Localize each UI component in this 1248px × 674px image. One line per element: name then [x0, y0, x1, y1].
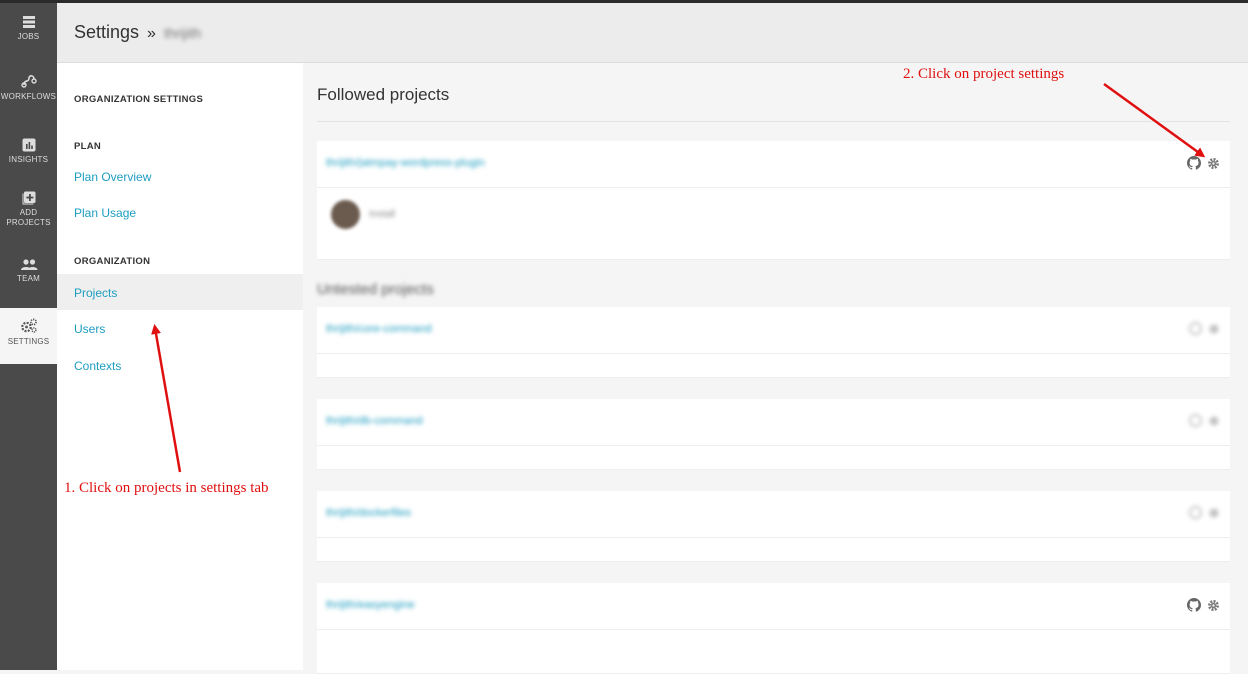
followed-project-card: thrijith/|atmpay-wordpress-plugin Instal… [317, 141, 1230, 260]
project-actions [1189, 322, 1220, 335]
untested-project-card: thrijith/dockerfiles [317, 491, 1230, 562]
untested-project-card: thrijith/easyengine [317, 583, 1230, 674]
page-title: Settings [74, 22, 140, 42]
project-actions [1187, 156, 1220, 170]
project-name-link[interactable]: thrijith/|atmpay-wordpress-plugin [326, 157, 485, 169]
team-icon [20, 259, 37, 270]
gear-icon[interactable] [1208, 415, 1220, 427]
sidebar-item-contexts[interactable]: Contexts [74, 359, 121, 373]
annotation-step-2: 2. Click on project settings [903, 66, 1065, 82]
breadcrumb: Settings » thrijith [74, 22, 201, 43]
nav-label-settings: SETTINGS [7, 337, 50, 346]
nav-item-add-projects[interactable]: ADD PROJECTS [0, 191, 57, 228]
github-icon[interactable] [1187, 156, 1201, 170]
org-name[interactable]: thrijith [164, 25, 201, 41]
untested-project-card: thrijith/core-command [317, 307, 1230, 378]
main-content: Followed projects thrijith/|atmpay-wordp… [303, 63, 1248, 674]
sidebar-item-plan-overview[interactable]: Plan Overview [74, 170, 151, 184]
organization-heading: ORGANIZATION [74, 256, 151, 267]
settings-icon [20, 318, 37, 333]
github-icon[interactable] [1187, 598, 1201, 612]
jobs-icon [22, 16, 35, 28]
follower-name: Install [369, 209, 396, 220]
breadcrumb-separator: » [147, 25, 156, 42]
project-row: thrijith/dockerfiles [317, 491, 1230, 538]
nav-item-settings[interactable]: SETTINGS [0, 308, 57, 364]
project-row: thrijith/db-command [317, 399, 1230, 446]
project-actions [1189, 414, 1220, 427]
nav-item-insights[interactable]: INSIGHTS [0, 138, 57, 165]
untested-projects-heading: Untested projects [317, 281, 434, 298]
followed-projects-heading: Followed projects [317, 85, 450, 104]
sidebar-item-users[interactable]: Users [74, 322, 105, 336]
page-header: Settings » thrijith [57, 3, 1248, 63]
annotation-step-1: 1. Click on projects in settings tab [64, 480, 269, 496]
project-name-link[interactable]: thrijith/db-command [326, 415, 423, 427]
plan-heading: PLAN [74, 141, 102, 152]
nav-item-jobs[interactable]: JOBS [0, 15, 57, 42]
nav-label-workflows: WORKFLOWS [0, 92, 57, 101]
settings-sidebar: ORGANIZATION SETTINGS PLAN Plan Overview… [57, 63, 303, 670]
sidebar-item-plan-usage[interactable]: Plan Usage [74, 206, 136, 220]
project-name-link[interactable]: thrijith/dockerfiles [326, 507, 411, 519]
avatar [331, 200, 360, 229]
github-icon[interactable] [1189, 506, 1202, 519]
github-icon[interactable] [1189, 414, 1202, 427]
nav-item-workflows[interactable]: WORKFLOWS [0, 73, 57, 102]
org-settings-heading: ORGANIZATION SETTINGS [74, 94, 204, 105]
nav-label-team: TEAM [16, 274, 41, 283]
project-settings-gear-icon[interactable] [1207, 157, 1220, 170]
sidebar-item-projects[interactable]: Projects [74, 286, 117, 300]
project-row: thrijith/|atmpay-wordpress-plugin [317, 141, 1230, 188]
workflows-icon [20, 75, 37, 88]
nav-label-jobs: JOBS [17, 32, 40, 41]
gear-icon[interactable] [1208, 507, 1220, 519]
add-projects-icon [22, 191, 35, 205]
nav-label-add-projects: ADD PROJECTS [6, 208, 51, 227]
nav-item-team[interactable]: TEAM [0, 259, 57, 284]
project-row: thrijith/easyengine [317, 583, 1230, 630]
gear-icon[interactable] [1208, 323, 1220, 335]
project-name-link[interactable]: thrijith/core-command [326, 323, 432, 335]
project-actions [1187, 598, 1220, 612]
github-icon[interactable] [1189, 322, 1202, 335]
gear-icon[interactable] [1207, 599, 1220, 612]
project-row: thrijith/core-command [317, 307, 1230, 354]
divider [317, 121, 1230, 122]
untested-project-card: thrijith/db-command [317, 399, 1230, 470]
project-actions [1189, 506, 1220, 519]
project-name-link[interactable]: thrijith/easyengine [326, 599, 415, 611]
primary-nav: JOBS WORKFLOWS INSIGHTS ADD PROJECTS TEA… [0, 3, 57, 670]
insights-icon [22, 138, 35, 152]
nav-label-insights: INSIGHTS [8, 155, 49, 164]
